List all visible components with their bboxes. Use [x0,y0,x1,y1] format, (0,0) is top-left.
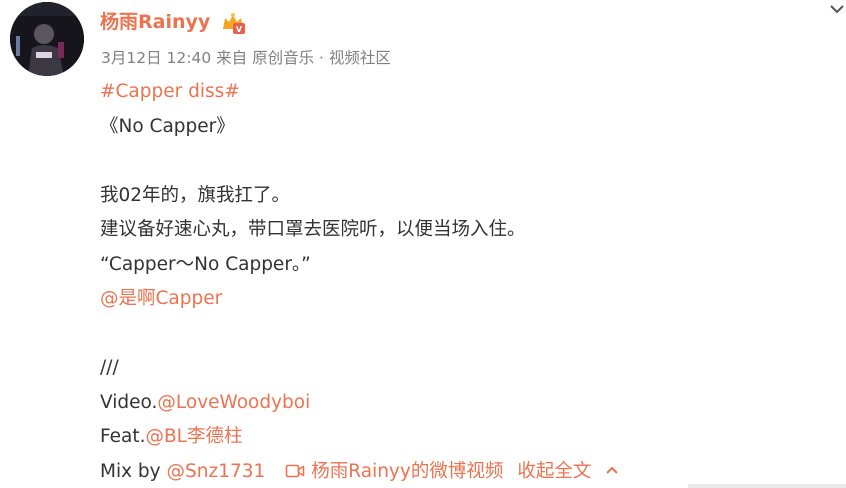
vip-crown-icon[interactable]: V [220,11,246,35]
credit-mention-link[interactable]: @BL李德柱 [145,426,242,447]
credit-mention-link[interactable]: @Snz1731 [167,461,266,482]
video-icon[interactable] [285,463,305,479]
avatar-image [10,2,84,76]
post-meta: 3月12日 12:40 来自 原创音乐 · 视频社区 [101,47,391,69]
hashtag-link[interactable]: #Capper diss# [100,81,240,102]
chevron-down-icon[interactable] [828,2,846,16]
post-content: #Capper diss# 《No Capper》 我02年的，旗我扛了。 建议… [100,79,619,488]
post-source[interactable]: 原创音乐 · 视频社区 [252,49,391,67]
body-line: “Capper～No Capper。” [100,253,311,275]
post-timestamp[interactable]: 3月12日 12:40 [101,49,211,67]
avatar[interactable] [10,2,84,76]
body-line: 我02年的，旗我扛了。 [100,184,291,206]
post-title: 《No Capper》 [100,115,235,137]
svg-text:V: V [236,25,243,34]
collapse-button[interactable]: 收起全文 [517,461,591,482]
body-line: 建议备好速心丸，带口罩去医院听，以便当场入住。 [100,219,526,240]
video-link[interactable]: 杨雨Rainyy的微博视频 [311,461,503,482]
username[interactable]: 杨雨Rainyy [100,10,210,34]
divider [688,484,846,488]
source-prefix: 来自 [216,49,248,67]
credit-label: Mix by [100,460,167,482]
separator-text: /// [100,357,119,378]
chevron-up-icon[interactable] [605,465,619,475]
mention-link[interactable]: @是啊Capper [100,288,222,309]
weibo-post: 杨雨Rainyy V 3月12日 12:40 来自 原创音乐 · 视频社区 #C… [0,0,846,488]
credit-mention-link[interactable]: @LoveWoodyboi [157,392,310,413]
credit-label: Video. [100,391,158,413]
credit-label: Feat. [100,426,146,447]
